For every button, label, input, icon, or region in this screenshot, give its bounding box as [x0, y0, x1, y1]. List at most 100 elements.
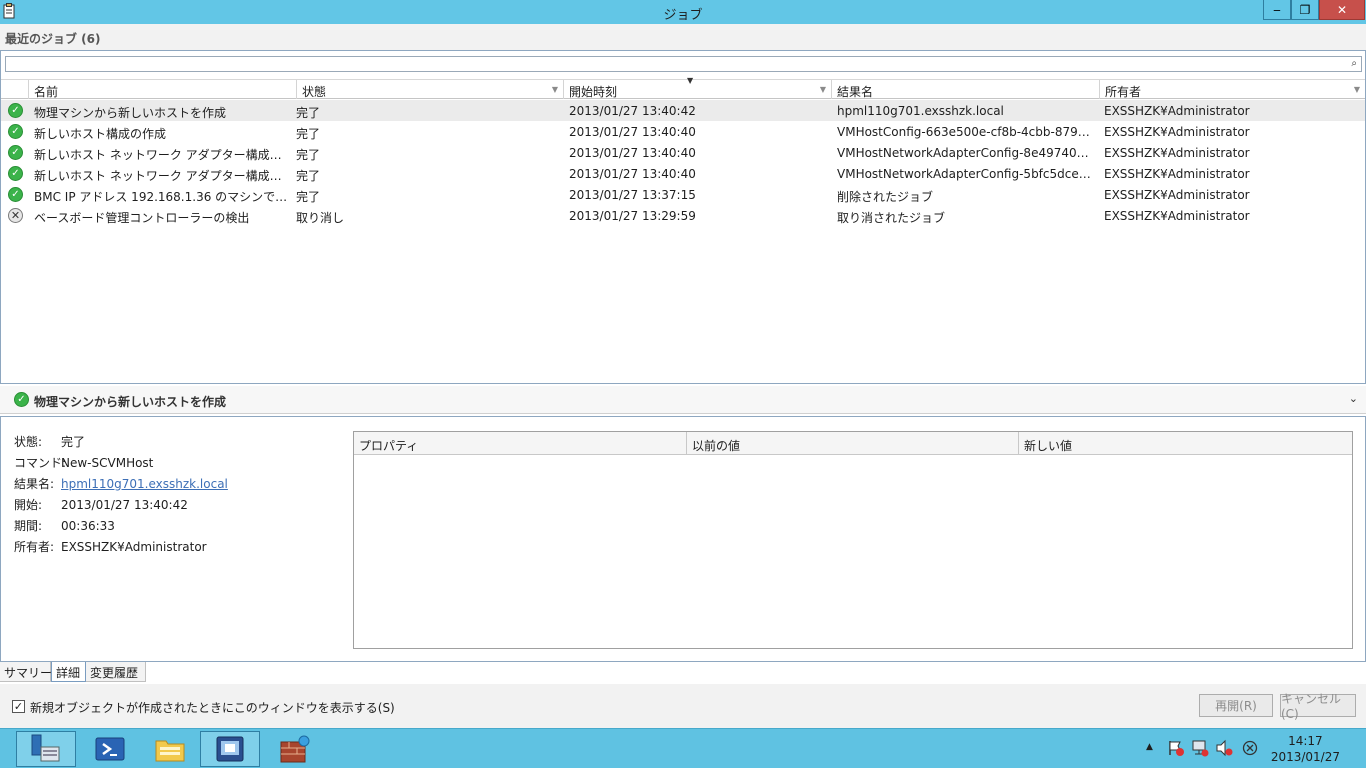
detail-field-command: コマンド:New-SCVMHost — [14, 454, 153, 471]
completed-icon: ✓ — [8, 187, 23, 202]
job-start-time: 2013/01/27 13:40:42 — [569, 104, 696, 118]
column-header-state-label: 状態 — [302, 85, 327, 99]
job-row[interactable]: ✓ 物理マシンから新しいホストを作成 完了 2013/01/27 13:40:4… — [1, 100, 1365, 121]
chevron-down-icon[interactable]: ⌄ — [1349, 392, 1358, 405]
minimize-button[interactable]: ‒ — [1263, 0, 1291, 20]
column-header-name-label: 名前 — [34, 85, 59, 99]
job-name: 新しいホスト構成の作成 — [34, 127, 167, 141]
job-result: 取り消されたジョブ — [837, 211, 946, 225]
job-owner: EXSSHZK¥Administrator — [1104, 125, 1250, 139]
close-button[interactable]: ✕ — [1319, 0, 1365, 20]
job-name: ベースボード管理コントローラーの検出 — [34, 211, 250, 225]
field-value: EXSSHZK¥Administrator — [61, 540, 207, 554]
maximize-button[interactable]: ❐ — [1291, 0, 1319, 20]
field-label: 状態: — [14, 435, 43, 449]
field-value: 00:36:33 — [61, 519, 115, 533]
server-manager-icon — [31, 734, 60, 762]
column-header-property[interactable]: プロパティ — [354, 432, 687, 454]
job-owner: EXSSHZK¥Administrator — [1104, 167, 1250, 181]
network-icon[interactable] — [1191, 739, 1209, 757]
dropdown-arrow-icon[interactable]: ▼ — [552, 85, 558, 94]
search-input[interactable]: ⌕ — [5, 56, 1362, 72]
jobs-list: ✓ 物理マシンから新しいホストを作成 完了 2013/01/27 13:40:4… — [1, 100, 1365, 226]
job-name: 新しいホスト ネットワーク アダプター構成の作成 — [34, 148, 292, 162]
recent-jobs-header: 最近のジョブ (6) — [0, 24, 1366, 50]
job-row[interactable]: ✓ 新しいホスト ネットワーク アダプター構成の作成 完了 2013/01/27… — [1, 142, 1365, 163]
field-value: New-SCVMHost — [61, 456, 154, 470]
detail-field-start: 開始: 2013/01/27 13:40:42 — [14, 496, 188, 513]
folder-icon — [155, 740, 185, 762]
speaker-muted-icon[interactable] — [1215, 739, 1233, 757]
completed-icon: ✓ — [8, 103, 23, 118]
column-header-result[interactable]: 結果名 — [832, 80, 1100, 99]
taskbar-firewall[interactable] — [264, 731, 324, 767]
powershell-icon — [95, 737, 125, 761]
recent-jobs-title: 最近のジョブ (6) — [5, 32, 101, 46]
taskbar-clock[interactable]: 14:17 2013/01/27 — [1271, 733, 1340, 765]
job-owner: EXSSHZK¥Administrator — [1104, 104, 1250, 118]
job-result: VMHostNetworkAdapterConfig-8e497402-… — [837, 146, 1095, 160]
taskbar-server-manager[interactable] — [16, 731, 76, 767]
detail-field-result: 結果名: hpml110g701.exsshzk.local — [14, 475, 228, 492]
column-header-start-time[interactable]: 開始時刻 ▼ — [564, 80, 832, 99]
detail-title: 物理マシンから新しいホストを作成 — [34, 395, 227, 409]
show-window-checkbox[interactable]: ✓ — [12, 700, 25, 713]
field-label: 結果名: — [14, 477, 55, 491]
job-result: VMHostConfig-663e500e-cf8b-4cbb-8794-… — [837, 125, 1095, 139]
dropdown-arrow-icon[interactable]: ▼ — [1354, 85, 1360, 94]
job-row[interactable]: ✓ 新しいホスト構成の作成 完了 2013/01/27 13:40:40 VMH… — [1, 121, 1365, 142]
clock-date: 2013/01/27 — [1270, 750, 1340, 764]
completed-icon: ✓ — [14, 392, 29, 407]
job-name: 新しいホスト ネットワーク アダプター構成の作成 — [34, 169, 292, 183]
job-result: 削除されたジョブ — [837, 190, 934, 204]
job-owner: EXSSHZK¥Administrator — [1104, 146, 1250, 160]
column-header-state[interactable]: 状態 ▼ — [297, 80, 564, 99]
detail-tabs: サマリー 詳細 変更履歴 — [0, 662, 1366, 682]
job-row[interactable]: ✕ ベースボード管理コントローラーの検出 取り消し 2013/01/27 13:… — [1, 205, 1365, 226]
job-state: 完了 — [296, 190, 321, 204]
search-icon[interactable]: ⌕ — [1351, 58, 1357, 69]
completed-icon: ✓ — [8, 166, 23, 181]
show-window-checkbox-label[interactable]: 新規オブジェクトが作成されたときにこのウィンドウを表示する(S) — [30, 699, 395, 716]
action-center-flag-icon[interactable] — [1167, 739, 1185, 757]
jobs-panel: ⌕ 名前 状態 ▼ 開始時刻 ▼ 結果名 所有者 ▼ ▼ ✓ 物理マシンから新し… — [0, 50, 1366, 384]
job-owner: EXSSHZK¥Administrator — [1104, 209, 1250, 223]
column-header-old-value[interactable]: 以前の値 — [687, 432, 1019, 454]
field-value: 完了 — [61, 435, 86, 449]
job-start-time: 2013/01/27 13:40:40 — [569, 146, 696, 160]
job-start-time: 2013/01/27 13:29:59 — [569, 209, 696, 223]
result-link[interactable]: hpml110g701.exsshzk.local — [61, 477, 228, 491]
job-result: VMHostNetworkAdapterConfig-5bfc5dce-1… — [837, 167, 1095, 181]
column-header-start-time-label: 開始時刻 — [569, 85, 618, 99]
field-label: 所有者: — [14, 540, 55, 554]
taskbar-file-explorer[interactable] — [140, 731, 200, 767]
field-label: 開始: — [14, 498, 43, 512]
field-value: 2013/01/27 13:40:42 — [61, 498, 188, 512]
taskbar: ▲ 14:17 2013/01/27 — [0, 728, 1366, 768]
tab-details[interactable]: 詳細 — [51, 662, 86, 682]
job-row[interactable]: ✓ BMC IP アドレス 192.168.1.36 のマシンで詳細… 完了 2… — [1, 184, 1365, 205]
column-header-new-value[interactable]: 新しい値 — [1019, 432, 1352, 454]
job-state: 完了 — [296, 106, 321, 120]
field-label: コマンド: — [14, 456, 67, 470]
detail-field-owner: 所有者: EXSSHZK¥Administrator — [14, 538, 207, 555]
restart-button[interactable]: 再開(R) — [1199, 694, 1273, 717]
job-name: 物理マシンから新しいホストを作成 — [34, 106, 227, 120]
job-state: 完了 — [296, 148, 321, 162]
cancel-button[interactable]: キャンセル(C) — [1280, 692, 1356, 721]
jobs-grid-header: 名前 状態 ▼ 開始時刻 ▼ 結果名 所有者 ▼ — [1, 79, 1365, 99]
column-header-name[interactable]: 名前 — [29, 80, 297, 99]
clock-time: 14:17 — [1288, 734, 1323, 748]
detail-header[interactable]: ✓ 物理マシンから新しいホストを作成 ⌄ — [0, 386, 1366, 414]
taskbar-vmm-console[interactable] — [200, 731, 260, 767]
taskbar-powershell[interactable] — [80, 731, 140, 767]
show-hidden-icons-icon[interactable]: ▲ — [1146, 742, 1153, 752]
tab-summary[interactable]: サマリー — [0, 662, 52, 682]
error-circle-icon[interactable] — [1242, 740, 1258, 756]
column-header-status-icon[interactable] — [1, 80, 29, 99]
dropdown-arrow-icon[interactable]: ▼ — [820, 85, 826, 94]
tab-change-history[interactable]: 変更履歴 — [86, 662, 146, 682]
job-row[interactable]: ✓ 新しいホスト ネットワーク アダプター構成の作成 完了 2013/01/27… — [1, 163, 1365, 184]
column-header-owner[interactable]: 所有者 ▼ — [1100, 80, 1365, 99]
job-name: BMC IP アドレス 192.168.1.36 のマシンで詳細… — [34, 190, 292, 204]
